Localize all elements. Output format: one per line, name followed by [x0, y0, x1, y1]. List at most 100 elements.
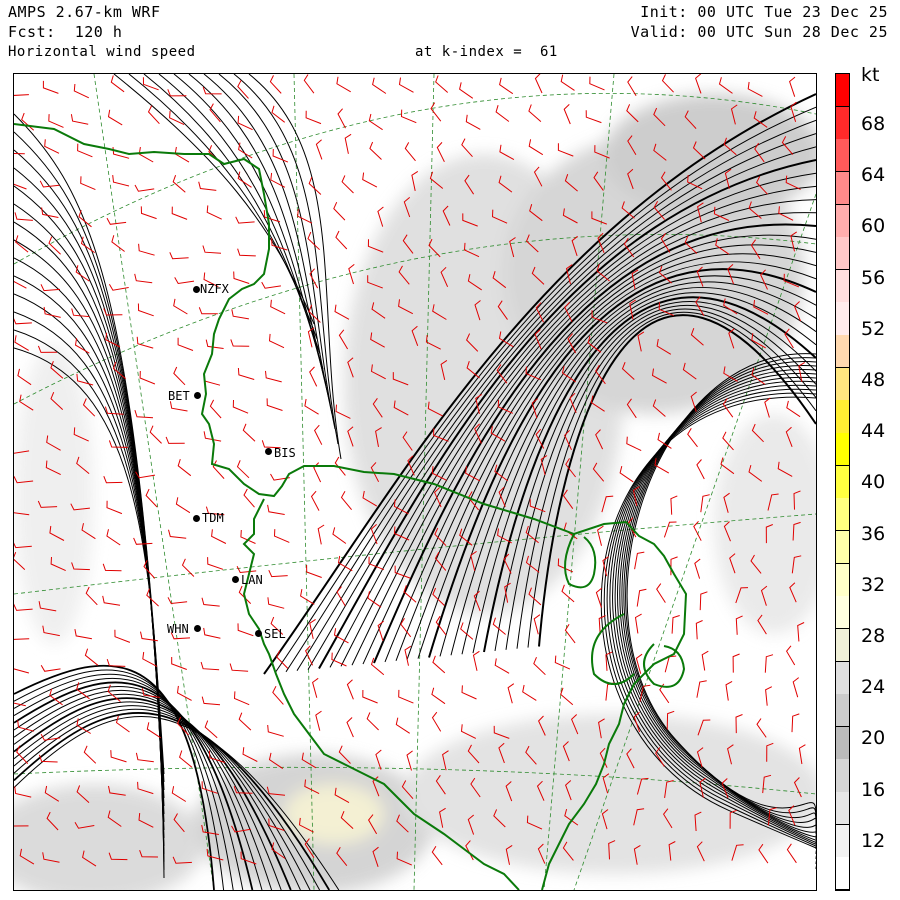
wind-barb: [138, 147, 154, 163]
wind-barb: [303, 74, 315, 94]
wind-barb: [212, 460, 225, 479]
wind-barb: [83, 745, 97, 764]
wind-barb: [789, 76, 796, 97]
wind-barb: [362, 172, 378, 188]
level-label: at k-index = 61: [415, 44, 558, 60]
model-title: AMPS 2.67-km WRF: [8, 3, 161, 21]
colorbar-unit: kt: [861, 64, 880, 86]
wind-barb: [106, 217, 127, 225]
wind-barb: [304, 398, 319, 415]
wind-barb: [725, 680, 733, 701]
wind-barb: [237, 367, 255, 380]
wind-barb: [106, 658, 126, 667]
wind-barb: [315, 139, 323, 160]
wind-barb: [634, 613, 642, 634]
wind-barb: [265, 370, 282, 383]
wind-barb: [102, 563, 122, 572]
wind-barb: [147, 105, 160, 125]
wind-barb: [661, 74, 674, 93]
wind-barb: [204, 720, 218, 739]
station-label-whn: WHN: [167, 622, 189, 636]
wind-barb: [171, 206, 188, 220]
wind-barb: [149, 425, 162, 444]
wind-barb: [459, 82, 474, 99]
wind-barb: [177, 337, 194, 351]
wind-barb: [701, 650, 709, 671]
wind-barb: [237, 623, 254, 637]
wind-barb: [534, 74, 543, 94]
wind-barb: [700, 494, 710, 513]
wind-barb: [786, 843, 797, 864]
wind-barb: [605, 682, 615, 701]
wind-barb: [176, 685, 192, 701]
wind-barb: [368, 113, 383, 131]
wind-barb: [14, 212, 33, 221]
wind-barb: [435, 75, 449, 93]
wind-barb: [696, 459, 705, 480]
wind-barb: [138, 243, 155, 256]
wind-barb: [137, 303, 154, 317]
wind-barb: [111, 235, 125, 252]
wind-barb: [560, 687, 574, 706]
wind-barb: [235, 216, 255, 224]
wind-barb: [718, 77, 733, 94]
wind-barb: [626, 436, 642, 452]
wind-barb: [786, 400, 801, 418]
wind-barb: [266, 398, 283, 411]
wind-barb: [271, 105, 286, 123]
streamline: [248, 74, 342, 460]
wind-barb: [315, 710, 322, 731]
wind-barb: [431, 711, 442, 732]
colorbar-tick-label: 64: [861, 164, 886, 187]
wind-barb: [106, 529, 121, 546]
wind-barb: [557, 143, 574, 157]
station-label-bet: BET: [168, 389, 190, 403]
colorbar-tick-label: 12: [861, 829, 886, 852]
wind-barb: [336, 76, 351, 93]
wind-barb: [233, 271, 250, 284]
wind-barb: [207, 557, 224, 570]
wind-barb: [15, 235, 29, 253]
wind-barb: [695, 74, 702, 94]
colorbar-segment: [836, 237, 849, 271]
wind-barb: [797, 622, 805, 642]
wind-barb: [636, 588, 647, 607]
wind-barb: [112, 175, 130, 187]
wind-barb: [507, 683, 515, 704]
colorbar-tick-label: 32: [861, 573, 886, 596]
colorbar-segment: [836, 465, 849, 499]
wind-barb: [461, 138, 473, 158]
station-dot-sel: [255, 630, 262, 637]
wind-barb: [14, 786, 32, 798]
colorbar-segment: [836, 269, 849, 303]
wind-barb: [165, 436, 185, 444]
wind-barb: [236, 460, 250, 479]
station-dot-tdm: [193, 515, 200, 522]
wind-barb: [173, 366, 186, 386]
wind-barb: [747, 81, 763, 97]
wind-barb: [205, 339, 224, 349]
wind-barb: [177, 458, 192, 477]
wind-barb: [134, 273, 153, 284]
wind-barb: [135, 752, 154, 763]
wind-barb: [237, 80, 249, 99]
station-label-tdm: TDM: [202, 511, 224, 525]
wind-barb: [140, 631, 158, 642]
wind-barb: [106, 500, 123, 515]
wind-barb: [499, 77, 514, 95]
colorbar-tick-label: 52: [861, 317, 886, 340]
wind-barb: [231, 309, 249, 320]
wind-barb: [785, 645, 796, 666]
wind-barb: [560, 74, 575, 91]
colorbar-segment: [836, 759, 849, 793]
station-dot-bis: [265, 448, 272, 455]
colorbar-segment: [836, 628, 849, 662]
wind-barb: [732, 653, 740, 673]
wind-barb: [300, 589, 315, 605]
wind-barb: [169, 110, 185, 126]
wind-barb: [756, 718, 767, 738]
wind-barb: [237, 248, 256, 257]
wind-barb: [309, 366, 318, 387]
wind-barb: [48, 114, 64, 128]
wind-barb: [168, 529, 187, 539]
